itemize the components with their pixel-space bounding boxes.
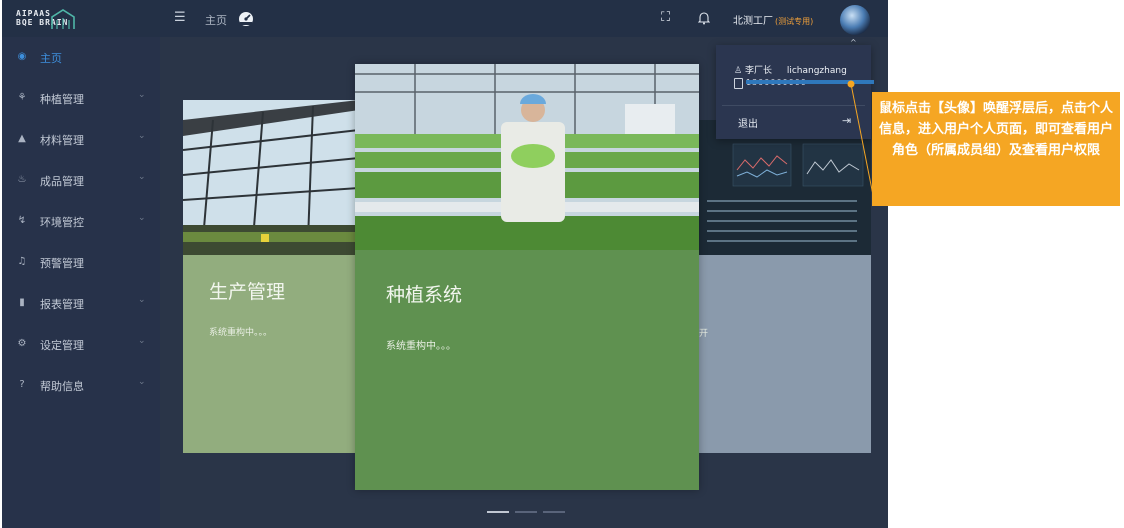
chevron-down-icon: ⌄ [138,90,146,100]
card-mid-subtitle: 系统重构中。。。 [386,341,456,352]
logout-icon[interactable]: ⇥ [842,114,851,127]
carousel-indicator [487,498,571,517]
chevron-down-icon: ⌄ [138,295,146,305]
card-mid-title: 种植系统 [386,284,463,306]
sidebar-item-planting[interactable]: ⚘ 种植管理 ⌄ [2,78,160,119]
chevron-down-icon: ⌄ [138,213,146,223]
sidebar-item-environment[interactable]: ↯ 环境管控 ⌄ [2,201,160,242]
user-icon: ♙ [734,66,743,76]
carousel-dot[interactable] [515,511,537,513]
product-icon: ♨ [17,174,27,185]
breadcrumb-home[interactable]: 主页 [205,12,227,28]
sidebar-item-alerts[interactable]: ♫ 预警管理 [2,242,160,283]
annotation-callout: 鼠标点击【头像】唤醒浮层后，点击个人信息，进入用户个人页面，即可查看用户角色（所… [872,92,1120,206]
greenhouse-logo-icon [51,9,75,29]
user-login: lichangzhang [786,66,847,76]
divider [722,105,865,106]
sprout-icon: ⚘ [17,92,27,103]
user-dropdown: ♙ 李厂长 lichangzhang 1300000000 退出 ⇥ [716,45,874,139]
dashboard-icon: ◉ [17,51,27,62]
sidebar-item-reports[interactable]: ▮ 报表管理 ⌄ [2,283,160,324]
gear-icon: ⚙ [17,338,27,349]
card-left-title: 生产管理 [209,281,286,303]
card-planting-system[interactable]: 种植系统 系统重构中。。。 [355,64,699,490]
user-avatar[interactable] [840,5,870,35]
user-info-link[interactable]: ♙ 李厂长 lichangzhang [734,63,847,76]
carousel-dot[interactable] [487,511,509,513]
bar-chart-icon: ▮ [19,297,25,308]
fullscreen-icon[interactable]: ⛶ [661,10,670,25]
sidebar-item-settings[interactable]: ⚙ 设定管理 ⌄ [2,324,160,365]
sidebar-item-materials[interactable]: ▲ 材料管理 ⌄ [2,119,160,160]
card-dashboard-preview[interactable]: 开 [699,120,871,453]
sidebar: ◉ 主页 ⚘ 种植管理 ⌄ ▲ 材料管理 ⌄ ♨ 成品管理 ⌄ ↯ 环境管控 ⌄… [2,37,160,528]
chevron-down-icon: ⌄ [138,172,146,182]
notification-bell-icon[interactable] [698,11,710,25]
company-selector[interactable]: 北测工厂 (测试专用) [733,12,813,27]
card-left-subtitle: 系统重构中。。。 [209,328,273,338]
help-icon: ? [19,379,25,390]
carousel-dot[interactable] [543,511,565,513]
company-tag: (测试专用) [775,17,814,26]
menu-toggle-icon[interactable]: ☰ [174,11,188,25]
bell-icon: ♫ [17,256,27,267]
chevron-down-icon: ⌄ [138,131,146,141]
environment-icon: ↯ [17,215,27,226]
greenhouse-worker-photo [355,64,699,250]
dashboard-icon[interactable] [237,9,255,27]
logout-button[interactable]: 退出 [738,115,758,130]
chevron-down-icon: ⌄ [138,336,146,346]
phone-icon [734,78,743,89]
sidebar-item-products[interactable]: ♨ 成品管理 ⌄ [2,160,160,201]
app-window: AIPAAS BQE BRAIN ☰ 主页 ⛶ 北测工厂 (测试专用) ^ ◉ 主… [2,0,888,528]
card-production-management[interactable]: 生产管理 系统重构中。。。 [183,100,359,453]
top-bar: AIPAAS BQE BRAIN ☰ 主页 ⛶ 北测工厂 (测试专用) ^ [2,0,888,47]
dashboard-preview-image [699,120,871,255]
chevron-down-icon: ⌄ [138,377,146,387]
card-right-subtitle: 开 [699,329,709,339]
greenhouse-photo [183,100,359,255]
material-icon: ▲ [18,133,26,144]
user-name: 李厂长 [744,66,772,76]
sidebar-item-home[interactable]: ◉ 主页 [2,37,160,78]
highlight-bar [746,80,874,84]
annotation-text: 鼠标点击【头像】唤醒浮层后，点击个人信息，进入用户个人页面，即可查看用户角色（所… [878,101,1113,158]
sidebar-item-help[interactable]: ? 帮助信息 ⌄ [2,365,160,406]
